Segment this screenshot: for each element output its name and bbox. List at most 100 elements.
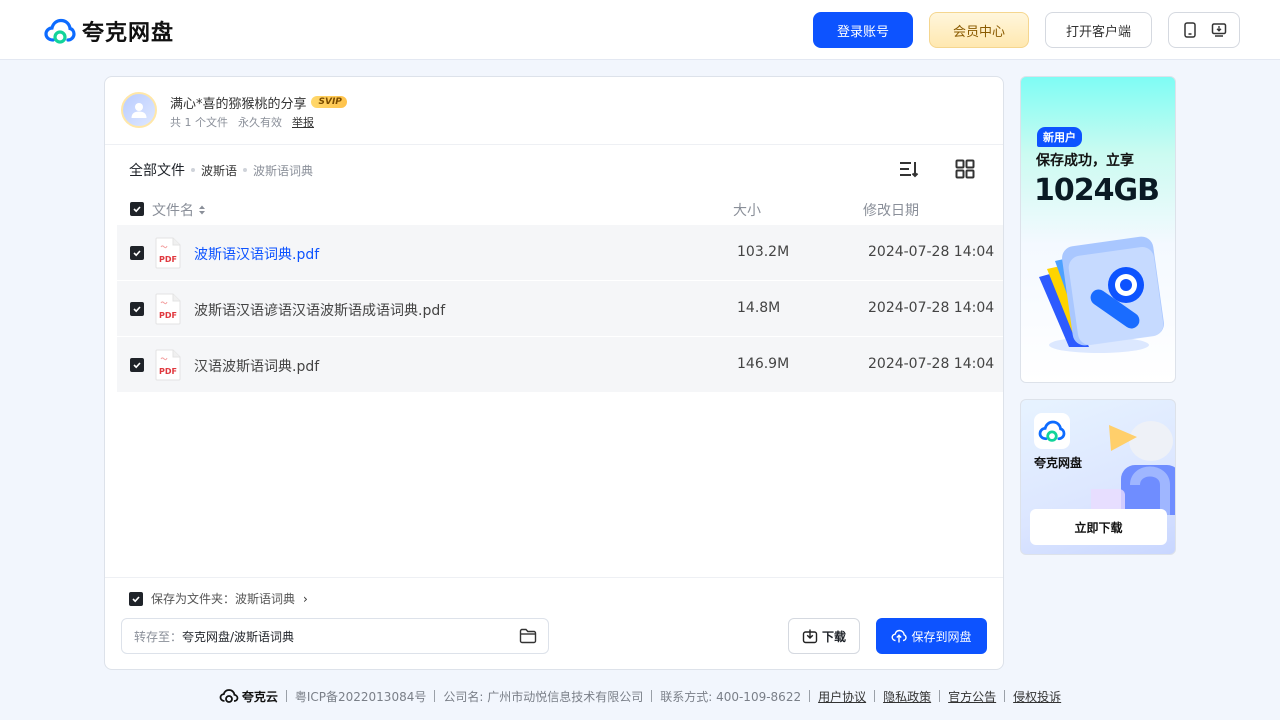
check-icon [133,250,141,257]
footer-link-user-agreement[interactable]: 用户协议 [818,688,866,705]
chevron-right-icon[interactable]: › [303,592,308,606]
save-label: 保存到网盘 [911,629,972,644]
folder-illustration-icon [1029,200,1169,361]
row-checkbox[interactable] [130,358,144,372]
report-link[interactable]: 举报 [292,114,314,130]
destination-value: 夸克网盘/波斯语词典 [182,629,295,644]
top-header: 夸克网盘 登录账号 会员中心 打开客户端 [0,0,1280,60]
brand-logo[interactable]: 夸克网盘 [44,15,174,47]
file-date: 2024-07-28 14:04 [868,356,995,372]
divider [651,690,653,702]
footer-brand-name: 夸克云 [241,689,278,704]
cloud-logo-icon [219,689,239,703]
svg-text:PDF: PDF [159,255,177,264]
divider [939,690,941,702]
file-name[interactable]: 波斯语汉语谚语汉语波斯语成语词典.pdf [194,300,445,320]
pdf-file-icon: PDF [154,237,182,273]
check-icon [133,206,141,213]
file-size: 14.8M [737,300,781,316]
download-label: 下载 [821,629,846,644]
footer-link-privacy[interactable]: 隐私政策 [883,688,931,705]
vip-center-button[interactable]: 会员中心 [929,12,1029,48]
column-name[interactable]: 文件名 [152,200,206,220]
breadcrumb-current: 波斯语词典 [253,163,314,178]
breadcrumb-all-files[interactable]: 全部文件 [129,160,185,180]
share-card: 满心*喜的猕猴桃的分享 SVIP 共 1 个文件 永久有效 举报 全部文件 波斯… [104,76,1004,670]
phone-icon[interactable] [1179,19,1201,41]
check-icon [132,595,140,602]
save-to-drive-button[interactable]: 保存到网盘 [876,618,987,654]
ad-storage-amount: 1024GB [1034,173,1160,208]
avatar [121,92,157,128]
save-as-folder-option[interactable]: 保存为文件夹：波斯语词典 › [129,590,308,607]
quark-app-icon [1034,413,1070,449]
company-name: 公司名: 广州市动悦信息技术有限公司 [443,689,644,704]
breadcrumb-separator [191,168,195,172]
validity: 永久有效 [238,116,282,129]
download-icon [802,629,818,644]
divider [285,690,287,702]
column-name-label: 文件名 [152,203,194,219]
check-icon [133,306,141,313]
table-row[interactable]: PDF 汉语波斯语词典.pdf 146.9M 2024-07-28 14:04 [117,337,1003,393]
row-checkbox[interactable] [130,246,144,260]
breadcrumb-separator [243,168,248,172]
folder-icon[interactable] [519,628,537,647]
column-size: 大小 [733,203,761,219]
save-as-folder-label: 保存为文件夹：波斯语词典 [151,592,296,606]
download-now-button[interactable]: 立即下载 [1030,509,1167,545]
ad-headline: 保存成功，立享 [1036,153,1134,169]
divider [1004,690,1006,702]
app-name: 夸克网盘 [1034,456,1083,470]
footer-brand: 夸克云 [219,688,278,705]
row-checkbox[interactable] [130,302,144,316]
divider [105,577,1003,578]
app-illustration-icon [1081,415,1175,529]
brand-name: 夸克网盘 [82,21,175,46]
download-button[interactable]: 下载 [788,618,860,654]
open-client-button[interactable]: 打开客户端 [1045,12,1152,48]
footer-link-announcement[interactable]: 官方公告 [948,688,996,705]
column-date: 修改日期 [863,203,919,219]
icp-number: 粤ICP备2022013084号 [294,689,427,704]
file-count: 共 1 个文件 [170,116,228,129]
destination-label: 转存至： [134,629,183,644]
save-destination-picker[interactable]: 转存至： 夸克网盘/波斯语词典 [121,618,549,654]
contact-info: 联系方式: 400-109-8622 [660,689,802,704]
share-title: 满心*喜的猕猴桃的分享 [170,96,307,112]
file-size: 103.2M [737,244,790,260]
desktop-download-icon[interactable] [1208,19,1230,41]
file-list: PDF 波斯语汉语词典.pdf 103.2M 2024-07-28 14:04 … [117,225,1003,393]
device-toggle-group [1168,12,1240,48]
sort-icon[interactable] [897,157,921,181]
footer-link-infringement[interactable]: 侵权投诉 [1013,688,1061,705]
check-icon [133,362,141,369]
login-button[interactable]: 登录账号 [813,12,913,48]
pdf-file-icon: PDF [154,349,182,385]
save-as-folder-checkbox[interactable] [129,591,143,606]
new-user-badge: 新用户 [1037,127,1082,147]
divider [105,144,1003,145]
new-user-ad-banner[interactable]: 新用户 保存成功，立享 1024GB [1020,76,1176,383]
table-row[interactable]: PDF 波斯语汉语谚语汉语波斯语成语词典.pdf 14.8M 2024-07-2… [117,281,1003,337]
divider [434,690,436,702]
svg-text:PDF: PDF [159,367,177,376]
divider [874,690,876,702]
breadcrumb: 全部文件 波斯语 波斯语词典 [129,160,313,180]
cloud-upload-icon [891,629,908,643]
svg-text:PDF: PDF [159,311,177,320]
select-all-checkbox[interactable] [130,202,144,216]
user-icon [131,103,147,118]
table-row[interactable]: PDF 波斯语汉语词典.pdf 103.2M 2024-07-28 14:04 [117,225,1003,281]
breadcrumb-level1[interactable]: 波斯语 [201,162,237,179]
file-name[interactable]: 汉语波斯语词典.pdf [194,356,319,376]
file-date: 2024-07-28 14:04 [868,300,995,316]
site-footer: 夸克云 粤ICP备2022013084号 公司名: 广州市动悦信息技术有限公司 … [0,686,1280,706]
grid-view-icon[interactable] [953,157,977,181]
file-date: 2024-07-28 14:04 [868,244,995,260]
app-download-ad-banner[interactable]: 夸克网盘 立即下载 [1020,399,1176,555]
sort-toggle-icon [199,205,205,215]
file-name-link[interactable]: 波斯语汉语词典.pdf [194,244,319,264]
svip-badge: SVIP [310,96,347,108]
pdf-file-icon: PDF [154,293,182,329]
